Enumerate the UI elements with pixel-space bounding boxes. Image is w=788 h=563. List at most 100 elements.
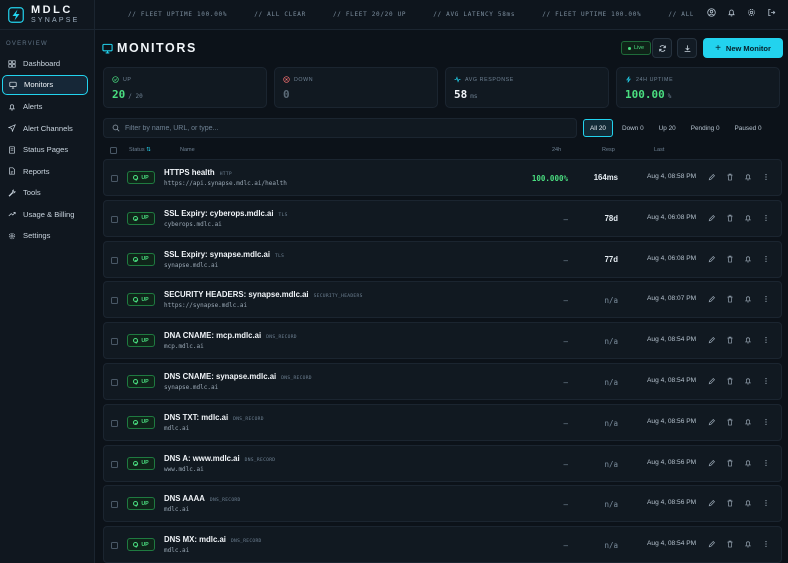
trash-icon[interactable]: [726, 336, 734, 344]
table-row[interactable]: UP SSL Expiry: cyberops.mdlc.ai TLS cyberop…: [103, 199, 782, 237]
trash-icon[interactable]: [726, 418, 734, 426]
table-row[interactable]: UP DNS CNAME: synapse.mdlc.ai DNS_RECORD sy…: [103, 363, 782, 400]
monitor-name[interactable]: DNS A: www.mdlc.ai DNS_RECORD: [164, 454, 275, 463]
monitor-name[interactable]: SSL Expiry: cyberops.mdlc.ai TLS: [164, 209, 288, 218]
edit-icon[interactable]: [708, 377, 716, 385]
row-checkbox[interactable]: [111, 338, 118, 346]
monitor-name[interactable]: SSL Expiry: synapse.mdlc.ai TLS: [164, 250, 284, 259]
table-row[interactable]: UP HTTPS health HTTP https://api.synapse.md…: [103, 159, 782, 196]
trash-icon[interactable]: [726, 540, 734, 548]
more-icon[interactable]: [762, 295, 770, 303]
trash-icon[interactable]: [726, 459, 734, 467]
more-icon[interactable]: [762, 540, 770, 548]
monitor-name[interactable]: SECURITY HEADERS: synapse.mdlc.ai SECURIT…: [164, 290, 363, 299]
edit-icon[interactable]: [708, 255, 716, 263]
col-24h[interactable]: 24h: [552, 147, 561, 153]
filter-chip-paused[interactable]: Paused 0: [729, 119, 768, 137]
row-checkbox[interactable]: [111, 419, 118, 427]
sidebar-item-alert-channels[interactable]: Alert Channels: [2, 118, 88, 140]
more-icon[interactable]: [762, 377, 770, 385]
row-checkbox[interactable]: [111, 175, 118, 182]
more-icon[interactable]: [762, 173, 770, 181]
col-last[interactable]: Last: [654, 147, 664, 153]
trash-icon[interactable]: [726, 499, 734, 507]
sidebar-item-alerts[interactable]: Alerts: [2, 96, 88, 118]
table-row[interactable]: UP DNS A: www.mdlc.ai DNS_RECORD www.mdlc.a…: [103, 444, 782, 482]
monitor-name[interactable]: DNS CNAME: synapse.mdlc.ai DNS_RECORD: [164, 372, 312, 381]
table-row[interactable]: UP SSL Expiry: synapse.mdlc.ai TLS synapse.…: [103, 240, 782, 278]
monitor-name[interactable]: DNS MX: mdlc.ai DNS_RECORD: [164, 535, 262, 544]
row-checkbox[interactable]: [111, 460, 118, 468]
bell-icon[interactable]: [744, 499, 752, 507]
col-resp[interactable]: Resp: [602, 147, 615, 153]
trash-icon[interactable]: [726, 214, 734, 222]
filter-chip-up[interactable]: Up 20: [653, 119, 682, 137]
row-checkbox[interactable]: [111, 379, 118, 386]
bell-icon[interactable]: [727, 8, 736, 17]
trash-icon[interactable]: [726, 255, 734, 263]
new-monitor-button[interactable]: + New Monitor: [703, 38, 783, 58]
monitor-name[interactable]: DNS AAAA DNS_RECORD: [164, 494, 241, 503]
sidebar-item-monitors[interactable]: Monitors: [2, 74, 88, 95]
bell-icon[interactable]: [744, 540, 752, 548]
sidebar-item-usage-billing[interactable]: Usage & Billing: [2, 204, 88, 226]
bell-icon[interactable]: [744, 377, 752, 385]
export-button[interactable]: [677, 38, 697, 58]
sidebar-item-tools[interactable]: Tools: [2, 182, 88, 204]
edit-icon[interactable]: [708, 499, 716, 507]
logout-icon[interactable]: [767, 8, 776, 17]
user-icon[interactable]: [707, 8, 716, 17]
edit-icon[interactable]: [708, 336, 716, 344]
col-status[interactable]: Status ⇅: [129, 147, 151, 153]
bell-icon[interactable]: [744, 336, 752, 344]
filter-chip-all[interactable]: All 20: [583, 119, 613, 137]
bell-icon[interactable]: [744, 255, 752, 263]
bell-icon[interactable]: [744, 459, 752, 467]
bell-icon[interactable]: [744, 173, 752, 181]
row-checkbox[interactable]: [111, 542, 118, 550]
table-row[interactable]: UP DNA CNAME: mcp.mdlc.ai DNS_RECORD mcp.md…: [103, 322, 782, 360]
bell-icon[interactable]: [744, 214, 752, 222]
table-row[interactable]: UP DNS MX: mdlc.ai DNS_RECORD mdlc.ai — n/a Au…: [103, 526, 782, 563]
edit-icon[interactable]: [708, 540, 716, 548]
brand[interactable]: MDLC SYNAPSE: [0, 0, 94, 30]
edit-icon[interactable]: [708, 214, 716, 222]
live-badge[interactable]: Live: [621, 41, 652, 55]
bell-icon[interactable]: [744, 418, 752, 426]
refresh-button[interactable]: [652, 38, 672, 58]
edit-icon[interactable]: [708, 173, 716, 181]
edit-icon[interactable]: [708, 295, 716, 303]
row-checkbox[interactable]: [111, 215, 118, 223]
col-name[interactable]: Name: [180, 147, 195, 153]
sidebar-item-reports[interactable]: Reports: [2, 161, 88, 183]
trash-icon[interactable]: [726, 295, 734, 303]
sidebar-item-status-pages[interactable]: Status Pages: [2, 139, 88, 161]
more-icon[interactable]: [762, 418, 770, 426]
search-box[interactable]: [103, 118, 577, 138]
monitor-name[interactable]: DNA CNAME: mcp.mdlc.ai DNS_RECORD: [164, 331, 297, 340]
table-row[interactable]: UP DNS AAAA DNS_RECORD mdlc.ai — n/a Aug 4, 08…: [103, 485, 782, 523]
more-icon[interactable]: [762, 499, 770, 507]
bell-icon[interactable]: [744, 295, 752, 303]
trash-icon[interactable]: [726, 377, 734, 385]
filter-chip-pending[interactable]: Pending 0: [685, 119, 726, 137]
gear-icon[interactable]: [747, 8, 756, 17]
row-checkbox[interactable]: [111, 256, 118, 264]
more-icon[interactable]: [762, 459, 770, 467]
search-input[interactable]: [125, 124, 555, 132]
row-checkbox[interactable]: [111, 501, 118, 509]
monitor-name[interactable]: DNS TXT: mdlc.ai DNS_RECORD: [164, 413, 264, 422]
select-all-checkbox[interactable]: [110, 147, 117, 154]
row-checkbox[interactable]: [111, 297, 118, 305]
more-icon[interactable]: [762, 336, 770, 344]
monitor-name[interactable]: HTTPS health HTTP: [164, 168, 232, 177]
more-icon[interactable]: [762, 255, 770, 263]
table-row[interactable]: UP DNS TXT: mdlc.ai DNS_RECORD mdlc.ai — n/a A…: [103, 403, 782, 441]
filter-chip-down[interactable]: Down 0: [616, 119, 650, 137]
table-row[interactable]: UP SECURITY HEADERS: synapse.mdlc.ai SECUR…: [103, 281, 782, 319]
edit-icon[interactable]: [708, 418, 716, 426]
more-icon[interactable]: [762, 214, 770, 222]
edit-icon[interactable]: [708, 459, 716, 467]
trash-icon[interactable]: [726, 173, 734, 181]
sidebar-item-dashboard[interactable]: Dashboard: [2, 53, 88, 75]
